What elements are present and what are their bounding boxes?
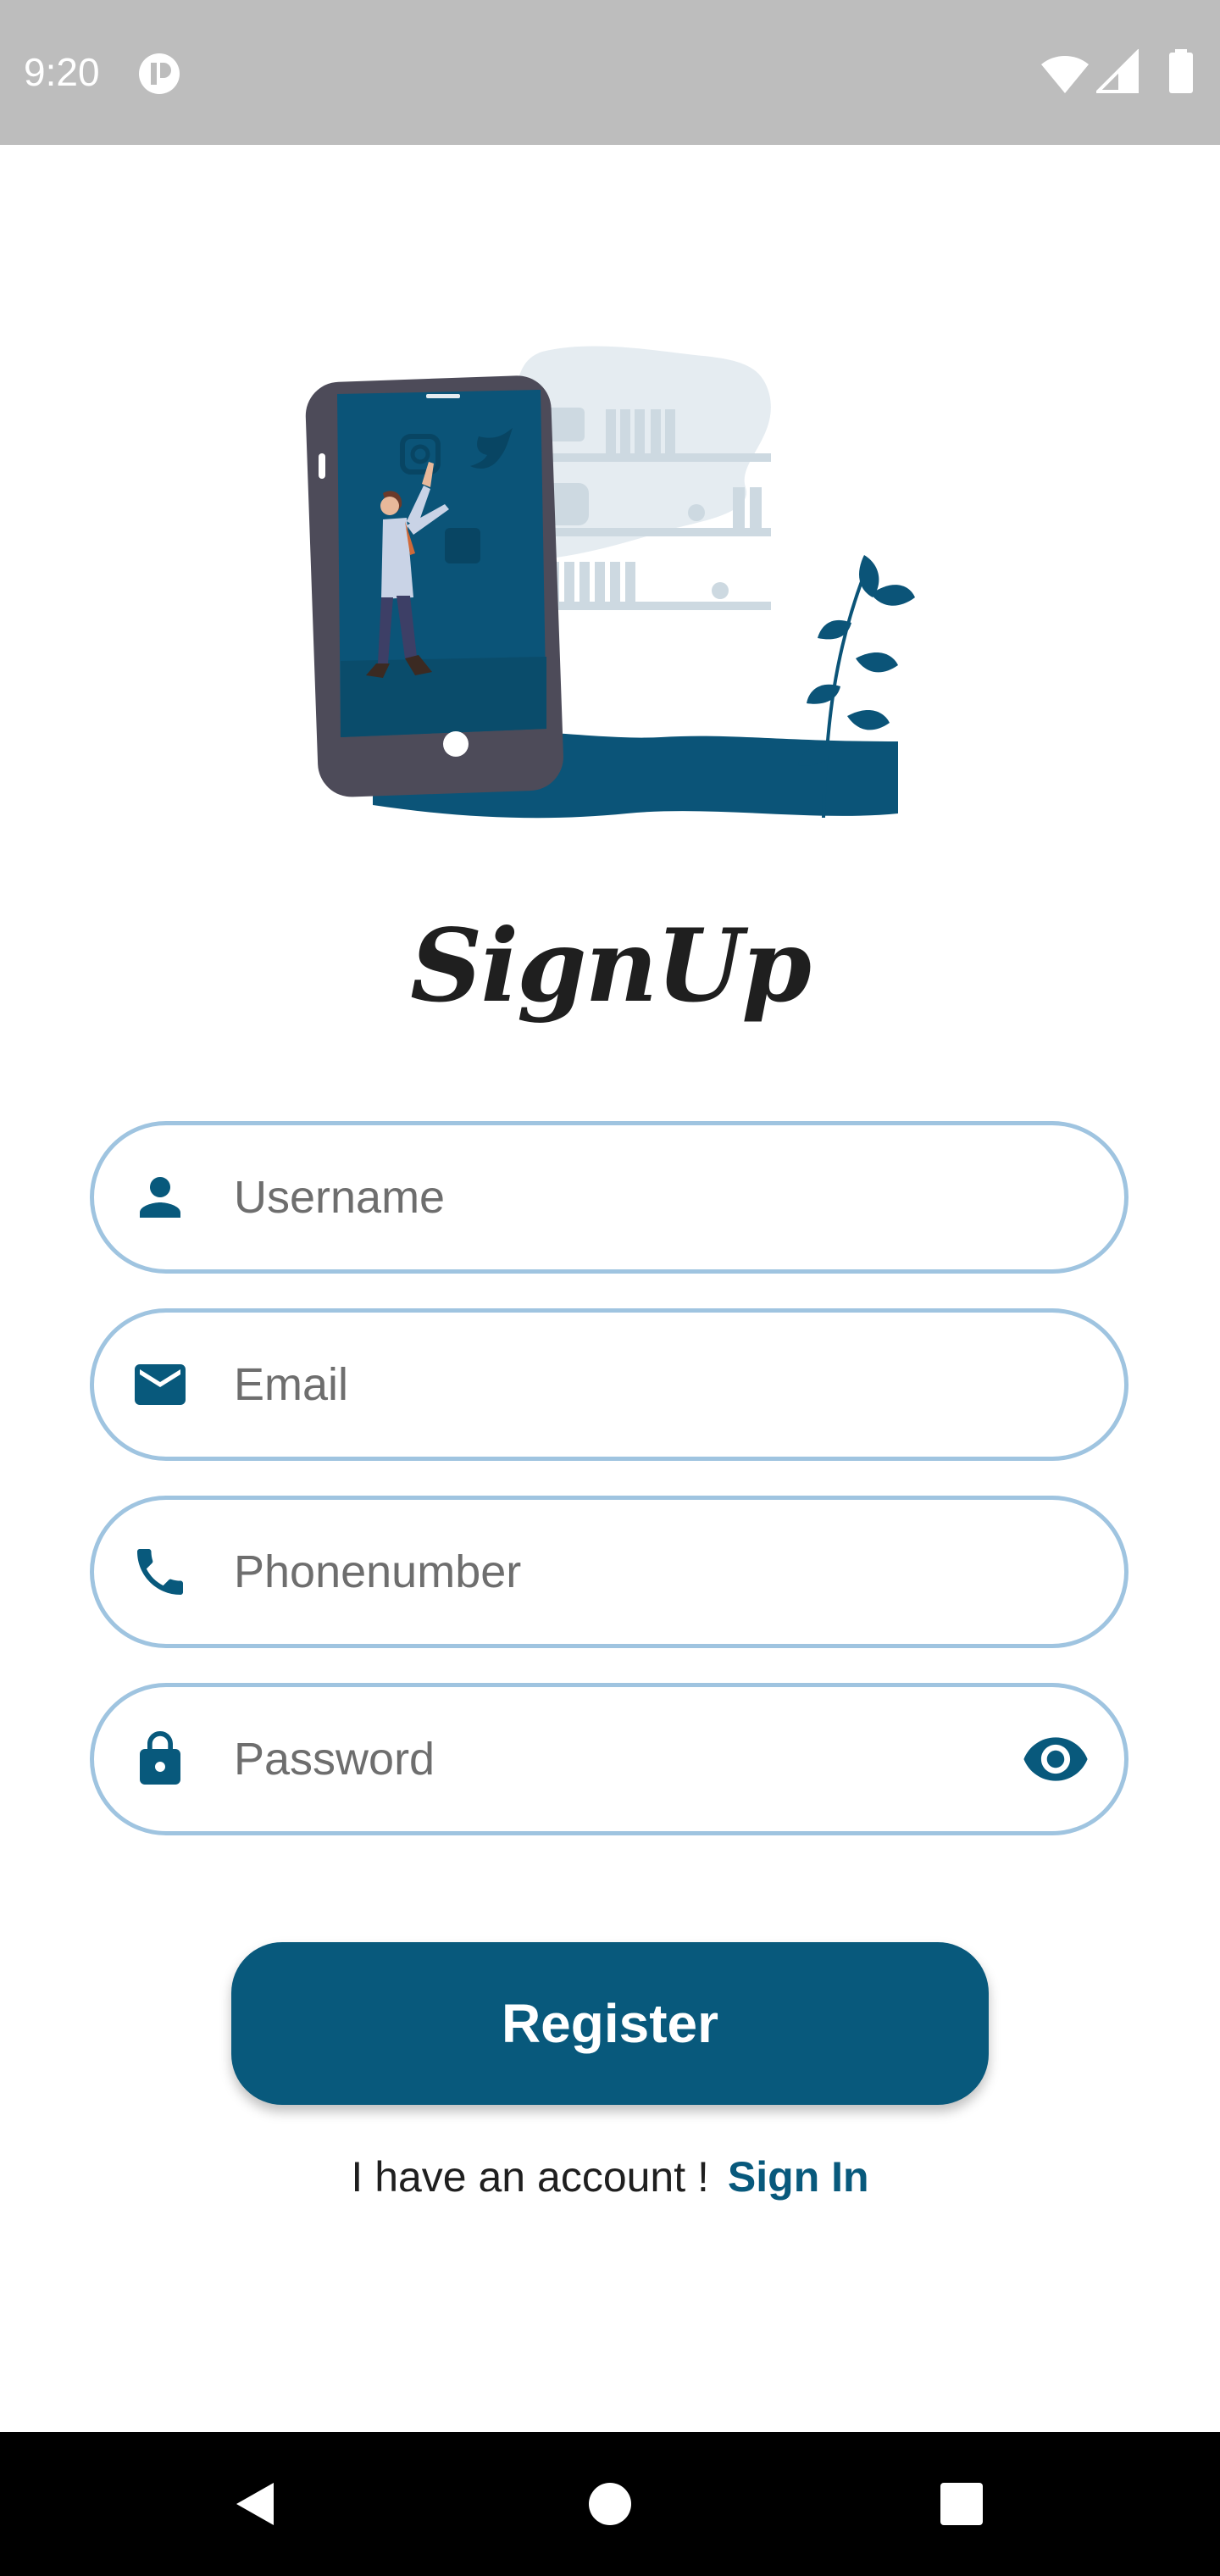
wifi-icon [1041, 55, 1089, 93]
social-media-phone-illustration [305, 346, 915, 819]
person-icon [140, 1177, 180, 1218]
password-input[interactable] [234, 1687, 996, 1831]
email-field[interactable] [90, 1308, 1128, 1461]
status-bar: 9:20 [0, 0, 1220, 145]
mail-icon [135, 1364, 186, 1405]
signin-link[interactable]: Sign In [728, 2153, 869, 2201]
lock-icon [140, 1731, 180, 1785]
page-title: SignUp [410, 907, 812, 1024]
password-field[interactable] [90, 1683, 1128, 1835]
battery-icon [1169, 49, 1193, 93]
signin-row: I have an account ! Sign In [0, 2152, 1220, 2201]
phone-icon [137, 1549, 183, 1595]
cell-signal-icon [1096, 49, 1139, 93]
signin-prompt: I have an account ! [351, 2153, 709, 2201]
navigation-bar [0, 2432, 1220, 2576]
phone-field[interactable] [90, 1496, 1128, 1648]
phone-input[interactable] [234, 1500, 996, 1644]
recents-icon[interactable] [923, 2466, 1000, 2542]
username-input[interactable] [234, 1125, 996, 1269]
email-input[interactable] [234, 1313, 996, 1457]
status-icons [1040, 49, 1201, 95]
back-icon[interactable] [216, 2466, 292, 2542]
home-icon[interactable] [572, 2466, 648, 2542]
username-field[interactable] [90, 1121, 1128, 1274]
status-time: 9:20 [24, 50, 100, 94]
eye-icon[interactable] [1021, 1724, 1090, 1794]
register-button[interactable]: Register [231, 1942, 989, 2105]
app-notification-icon [139, 53, 180, 94]
signup-screen: 9:20 SignUp Username Email Phonenumber R… [0, 0, 1220, 2576]
